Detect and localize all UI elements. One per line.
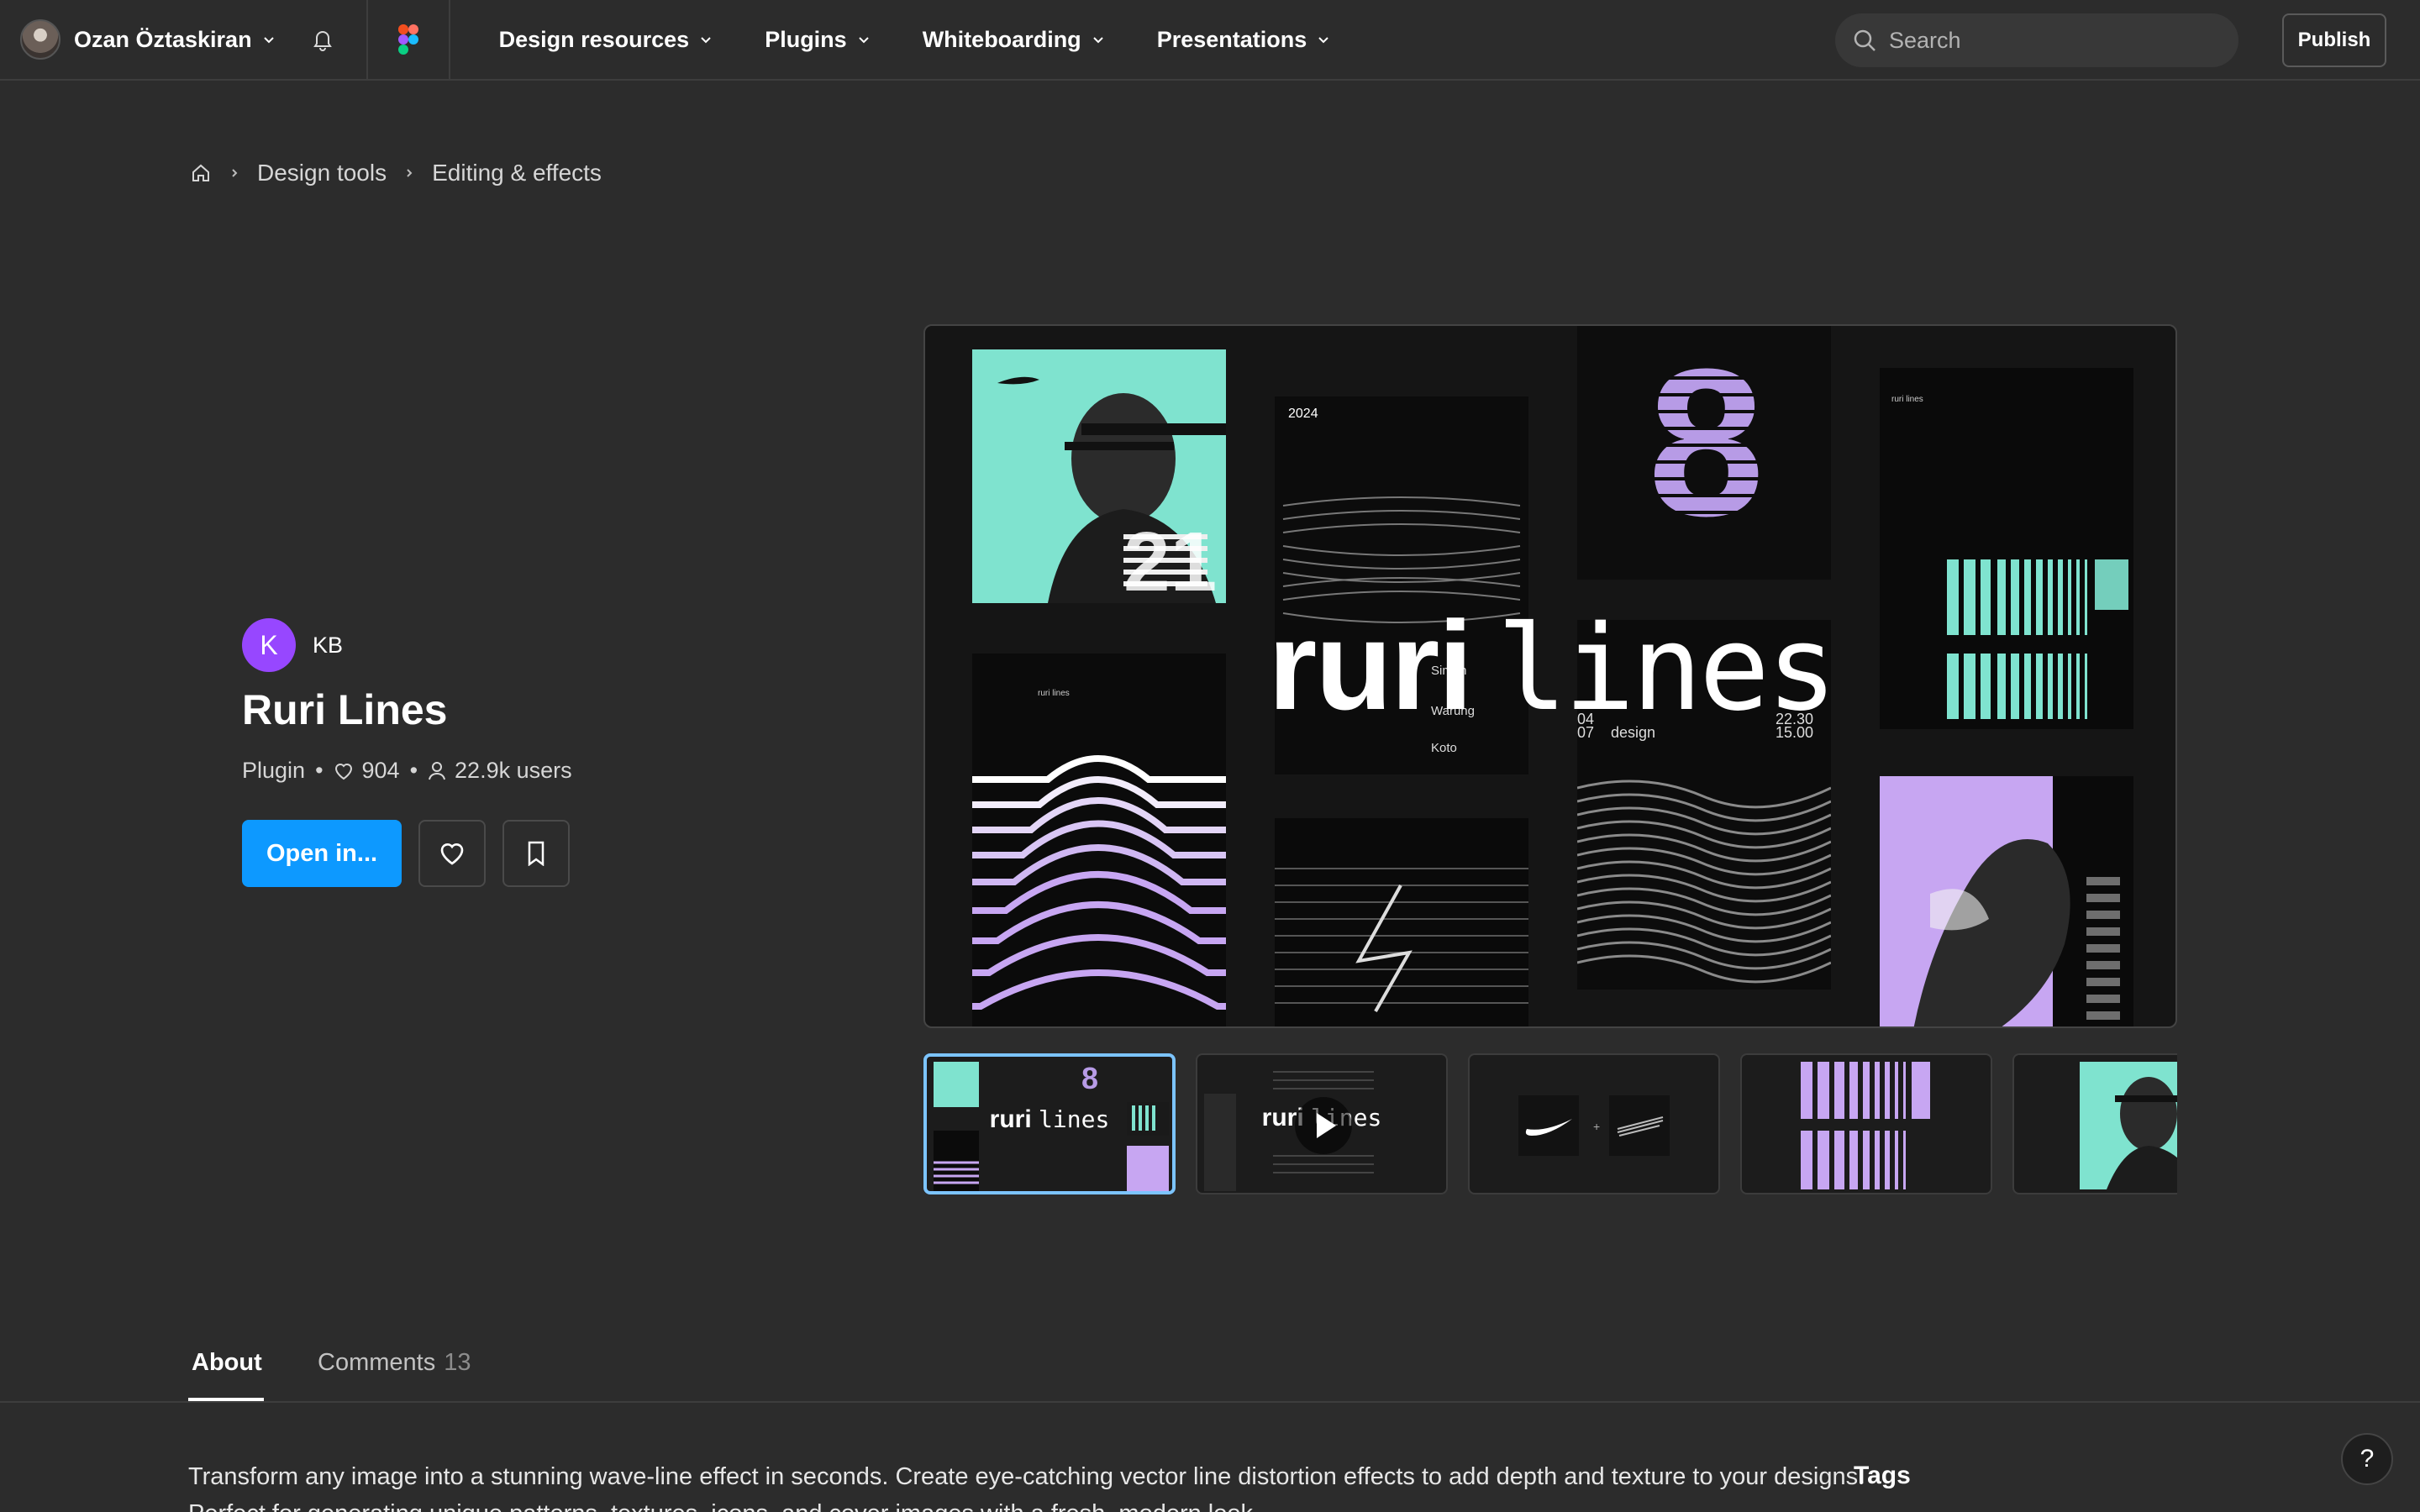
resource-nav: Design resources Plugins Whiteboarding P… [448, 0, 1383, 80]
search-box[interactable] [1835, 13, 2238, 67]
svg-text:8: 8 [1081, 1061, 1098, 1095]
like-button[interactable] [418, 820, 486, 887]
hero-title-text: ruri lines [1268, 593, 1838, 738]
poster-number: 21 [1123, 515, 1218, 603]
resource-type: Plugin [242, 758, 306, 783]
heart-icon [334, 763, 352, 780]
bookmark-icon [528, 841, 544, 866]
thumbnail-1-title: ruri lines [927, 1105, 1172, 1134]
thumbnail-title-bold: ruri [989, 1105, 1032, 1133]
thumbnail-5-graphic [2080, 1062, 2177, 1189]
breadcrumb-design-tools[interactable]: Design tools [257, 160, 387, 186]
user-count: 22.9k users [455, 758, 572, 783]
chevron-down-icon [1092, 37, 1103, 44]
poster-lavender-waves: ruri lines [972, 654, 1226, 1026]
tab-about[interactable]: About [192, 1349, 262, 1377]
bell-icon[interactable] [309, 26, 336, 53]
chevron-down-icon [1318, 37, 1328, 44]
chevron-down-icon [858, 37, 869, 44]
content-tabs: About Comments 13 [0, 1326, 2420, 1403]
nav-whiteboarding[interactable]: Whiteboarding [923, 27, 1105, 53]
poster-dark-lines [1275, 818, 1528, 1026]
active-tab-indicator [188, 1398, 264, 1401]
dot-separator: • [409, 758, 418, 783]
lavender-portrait-graphic [1880, 776, 2120, 1026]
nav-design-resources[interactable]: Design resources [499, 27, 713, 53]
creator-name[interactable]: KB [313, 633, 343, 659]
hero-title-bold: ruri [1268, 595, 1473, 736]
user-avatar[interactable] [20, 19, 60, 60]
heart-icon [440, 843, 464, 865]
resource-actions: Open in... [242, 820, 570, 887]
tab-comments-label: Comments [318, 1349, 436, 1376]
tab-comments[interactable]: Comments 13 [318, 1349, 471, 1377]
search-input[interactable] [1889, 27, 2208, 54]
breadcrumb: Design tools Editing & effects [190, 160, 602, 186]
publish-button[interactable]: Publish [2282, 13, 2386, 67]
thumbnail-3-graphic: + [1518, 1095, 1670, 1156]
account-menu[interactable]: Ozan Öztaskiran [0, 0, 276, 80]
creator-avatar[interactable]: K [242, 618, 296, 672]
nav-plugins[interactable]: Plugins [765, 27, 871, 53]
bars-graphic [1939, 559, 2132, 719]
user-name[interactable]: Ozan Öztaskiran [74, 27, 252, 53]
play-icon[interactable] [1294, 1096, 1353, 1155]
chevron-right-icon [232, 169, 238, 177]
help-button[interactable]: ? [2341, 1433, 2393, 1485]
search-icon [1854, 29, 1876, 51]
poster-mint-bars: ruri lines [1880, 368, 2133, 729]
thumbnail-4[interactable] [1740, 1053, 1992, 1194]
hero-title-mono: lines [1497, 601, 1837, 738]
resource-title: Ruri Lines [242, 686, 448, 733]
svg-text:+: + [1593, 1120, 1600, 1133]
nav-label: Design resources [498, 26, 690, 52]
dot-separator: • [315, 758, 324, 783]
hero-preview-image[interactable]: 21 2024 Simon Warung Koto 8 ruri lines r… [923, 324, 2177, 1028]
poster-eight: 8 [1577, 326, 1831, 580]
tags-heading: Tags [1854, 1462, 1911, 1489]
home-icon[interactable] [190, 162, 212, 184]
open-in-button[interactable]: Open in... [242, 820, 402, 887]
about-description: Transform any image into a stunning wave… [188, 1463, 1865, 1512]
bookmark-button[interactable] [502, 820, 570, 887]
creator-link[interactable]: K KB [242, 618, 343, 672]
thumbnail-carousel: 8 ruri lines ruri lines + [923, 1053, 2177, 1194]
nav-label: Presentations [1156, 26, 1307, 52]
comments-count: 13 [444, 1349, 471, 1376]
like-count: 904 [361, 758, 400, 783]
thumbnail-title-mono: lines [1039, 1105, 1110, 1133]
stripe-overlay [1628, 376, 1779, 531]
thumbnail-1[interactable]: 8 ruri lines [923, 1053, 1176, 1194]
figma-logo-icon[interactable] [368, 0, 449, 80]
chevron-right-icon [407, 169, 413, 177]
waves-graphic [972, 755, 1226, 1010]
chevron-down-icon [701, 37, 711, 44]
thumbnail-2-video[interactable]: ruri lines [1196, 1053, 1448, 1194]
thumbnail-5[interactable] [2012, 1053, 2177, 1194]
breadcrumb-editing-effects[interactable]: Editing & effects [432, 160, 602, 186]
nav-presentations[interactable]: Presentations [1157, 27, 1331, 53]
chevron-down-icon[interactable] [262, 33, 276, 46]
thumbnail-3[interactable]: + [1468, 1053, 1720, 1194]
poster-lavender-portrait [1880, 776, 2133, 1026]
resource-meta: Plugin • 904 • 22.9k users [242, 758, 572, 784]
poster-text-koto: Koto [1431, 741, 1457, 755]
nav-label: Whiteboarding [922, 26, 1081, 52]
nav-label: Plugins [765, 26, 847, 52]
user-icon [429, 761, 446, 780]
bolt-lines-graphic [1275, 868, 1528, 1012]
thumbnail-4-graphic [1792, 1062, 1944, 1189]
poster-mint-portrait: 21 [972, 349, 1226, 603]
top-navigation-bar: Ozan Öztaskiran Design resources Plugins… [0, 0, 2420, 81]
